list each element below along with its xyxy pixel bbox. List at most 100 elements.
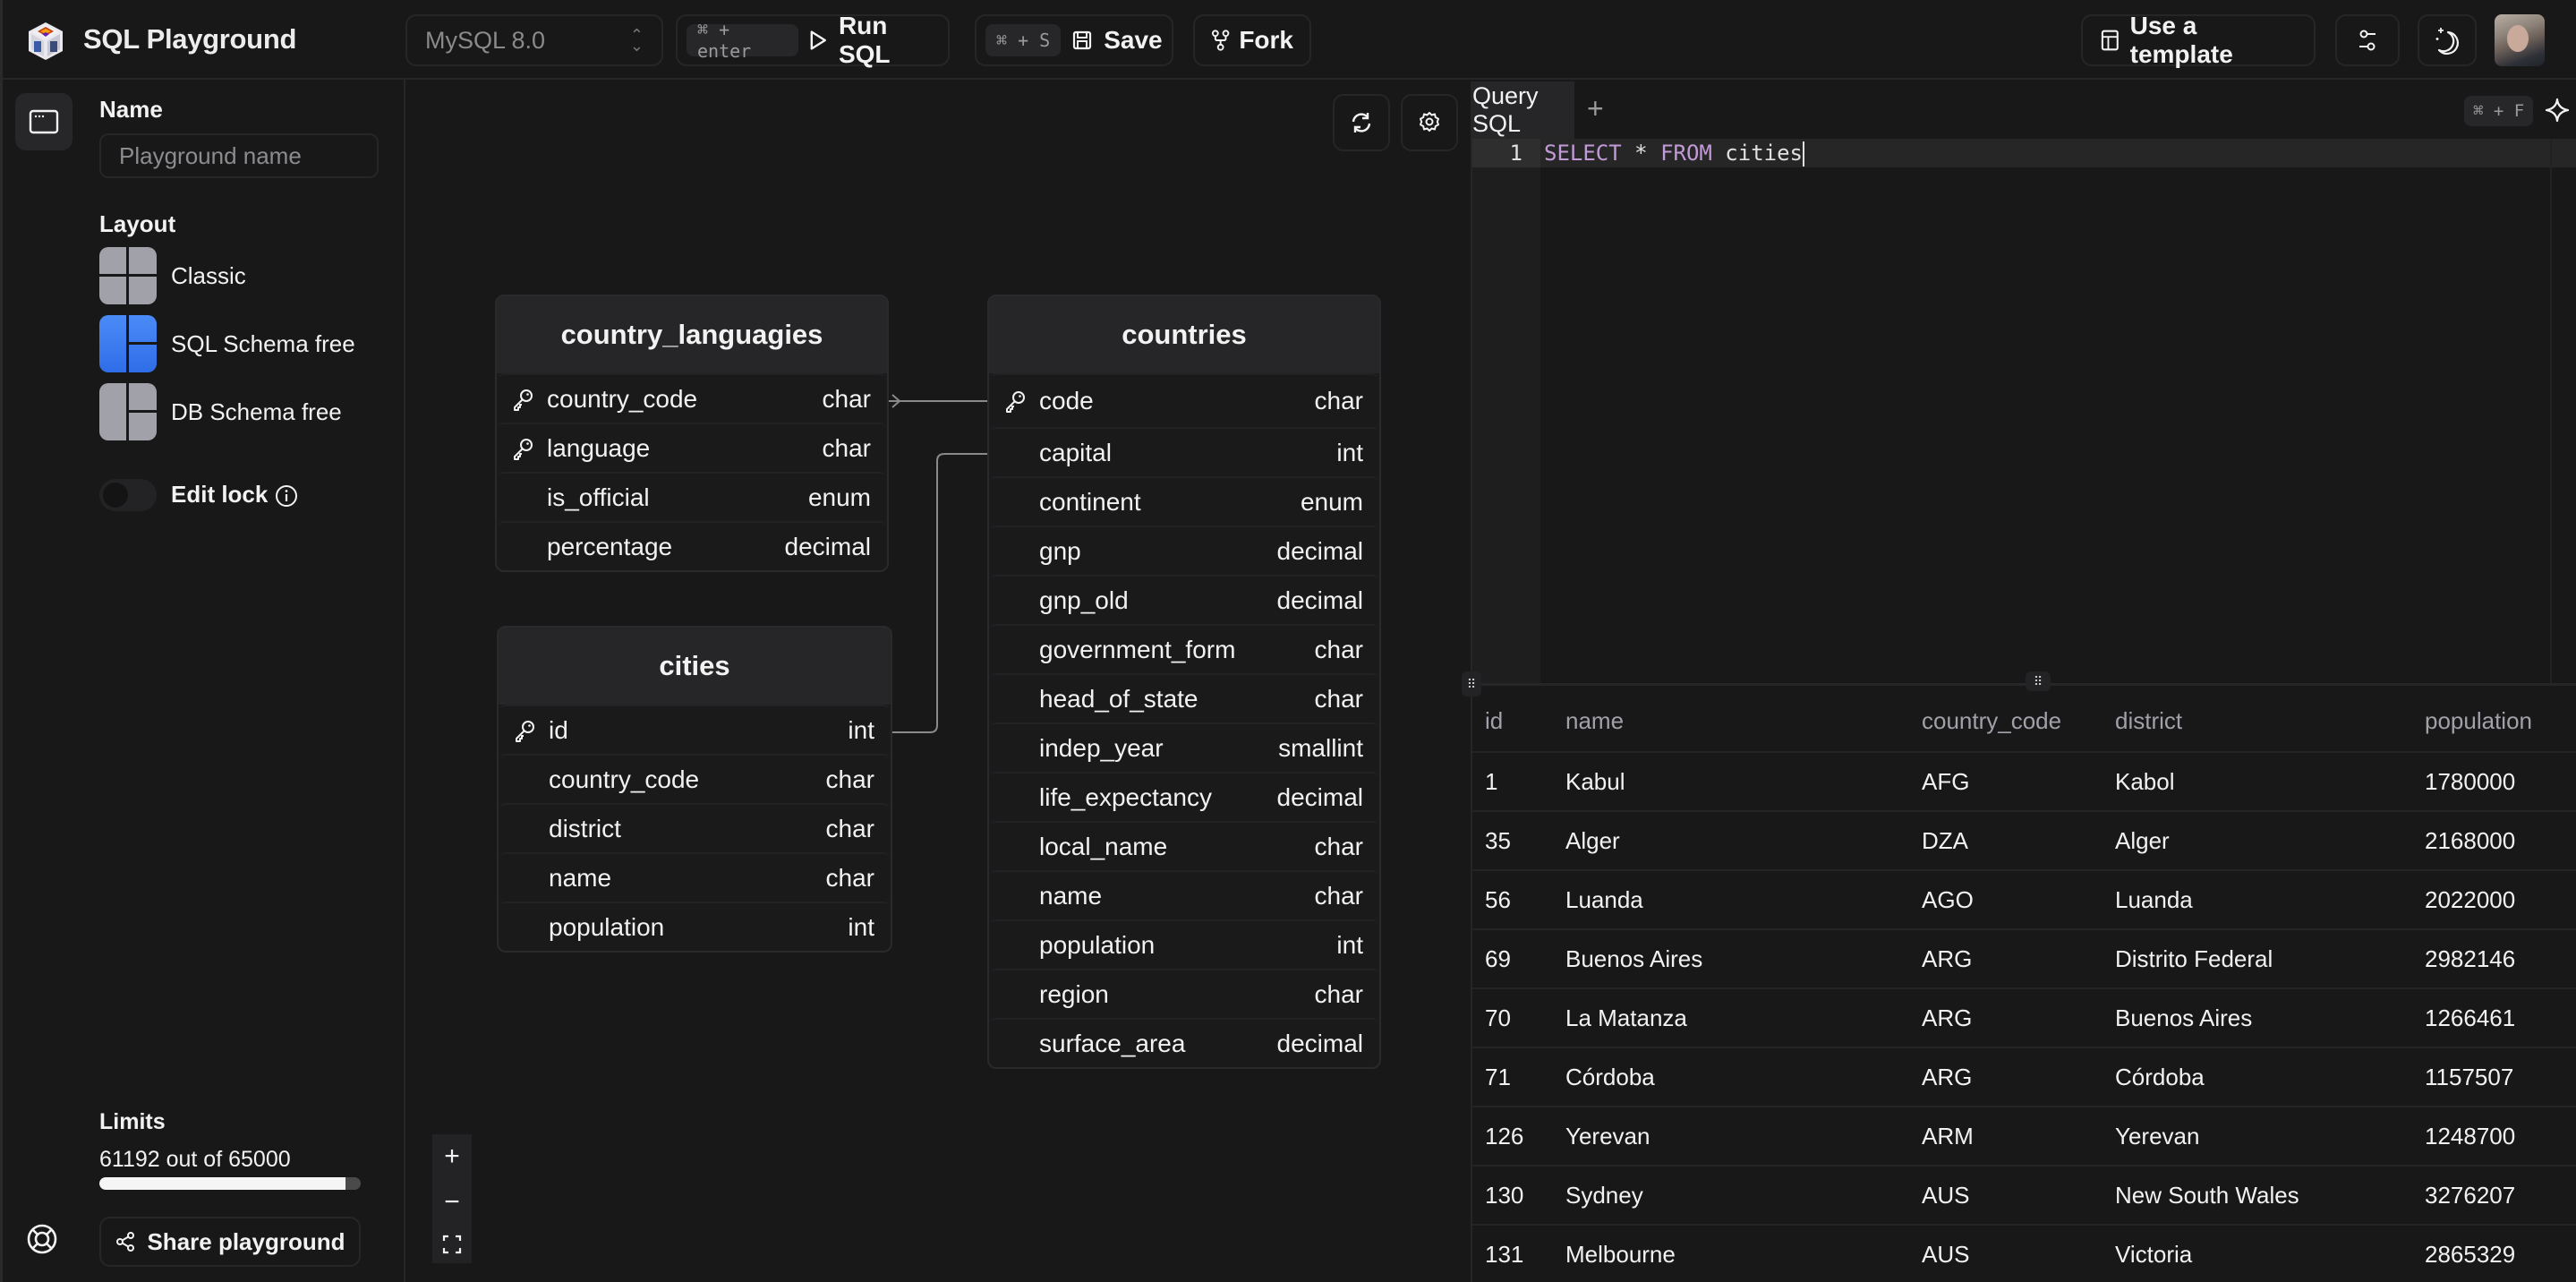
column-name: surface_area xyxy=(1039,1029,1186,1057)
playground-name-input[interactable] xyxy=(99,133,379,178)
sliders-icon xyxy=(2359,30,2376,51)
database-select[interactable]: MySQL 8.0 ⌃ ⌄ xyxy=(405,14,663,66)
schema-diagram-canvas[interactable]: country_languagies country_code char langua… xyxy=(407,81,1471,1282)
horizontal-resize-handle[interactable]: ⠿ xyxy=(2026,671,2051,691)
column-name: is_official xyxy=(547,483,650,511)
table-column[interactable]: code char xyxy=(991,373,1378,427)
refresh-diagram-button[interactable] xyxy=(1333,94,1390,151)
life-buoy-icon[interactable] xyxy=(26,1223,58,1255)
moon-stars-icon xyxy=(2435,28,2459,56)
results-table: id name country_code district population… xyxy=(1472,691,2576,1282)
table-column[interactable]: region char xyxy=(991,969,1378,1018)
table-column[interactable]: population int xyxy=(500,902,889,951)
result-cell-id: 69 xyxy=(1472,929,1565,989)
sparkle-icon[interactable] xyxy=(2545,98,2570,123)
left-rail xyxy=(3,80,76,1282)
zoom-out-button[interactable]: − xyxy=(444,1188,460,1216)
layout-db-schema-free-icon xyxy=(99,383,157,440)
diagram-settings-button[interactable] xyxy=(1401,94,1458,151)
editor-scrollbar[interactable] xyxy=(2550,139,2552,683)
table-column[interactable]: gnp_old decimal xyxy=(991,575,1378,624)
schema-table-countries[interactable]: countries code char capital int continent enum… xyxy=(987,295,1381,1069)
result-cell-name: Buenos Aires xyxy=(1565,929,1922,989)
table-column[interactable]: id int xyxy=(500,705,889,754)
table-column[interactable]: language char xyxy=(499,423,885,472)
layout-option-db-schema-free[interactable]: DB Schema free xyxy=(99,383,342,440)
table-column[interactable]: head_of_state char xyxy=(991,673,1378,722)
table-column[interactable]: capital int xyxy=(991,427,1378,476)
table-column[interactable]: is_official enum xyxy=(499,472,885,521)
layout-option-classic[interactable]: Classic xyxy=(99,247,246,304)
result-cell-country-code: ARG xyxy=(1922,988,2115,1048)
table-column[interactable]: indep_year smallint xyxy=(991,722,1378,772)
table-column[interactable]: government_form char xyxy=(991,624,1378,673)
column-name: government_form xyxy=(1039,635,1236,663)
result-row[interactable]: 70 La Matanza ARG Buenos Aires 1266461 xyxy=(1472,988,2576,1048)
table-column[interactable]: gnp decimal xyxy=(991,526,1378,575)
line-gutter xyxy=(1472,139,1540,683)
table-column[interactable]: continent enum xyxy=(991,476,1378,526)
column-header-country-code[interactable]: country_code xyxy=(1922,691,2115,753)
fullscreen-icon[interactable] xyxy=(442,1235,462,1254)
table-column[interactable]: local_name char xyxy=(991,821,1378,870)
save-button[interactable]: ⌘ + S Save xyxy=(975,14,1173,66)
result-row[interactable]: 71 Córdoba ARG Córdoba 1157507 xyxy=(1472,1047,2576,1107)
table-column[interactable]: country_code char xyxy=(499,373,885,423)
table-column[interactable]: population int xyxy=(991,919,1378,969)
result-row[interactable]: 56 Luanda AGO Luanda 2022000 xyxy=(1472,870,2576,930)
filters-button[interactable] xyxy=(2335,14,2400,66)
column-type: int xyxy=(1336,930,1363,959)
column-header-id[interactable]: id xyxy=(1472,691,1565,753)
table-column[interactable]: name char xyxy=(500,852,889,902)
layout-option-label: SQL Schema free xyxy=(171,329,355,357)
theme-toggle-button[interactable] xyxy=(2418,14,2477,66)
column-type: char xyxy=(825,814,874,842)
column-header-name[interactable]: name xyxy=(1565,691,1922,753)
sql-editor[interactable]: 1 SELECT * FROM cities xyxy=(1472,139,2576,683)
column-name: local_name xyxy=(1039,832,1168,860)
result-row[interactable]: 130 Sydney AUS New South Wales 3276207 xyxy=(1472,1166,2576,1226)
edit-lock-toggle[interactable] xyxy=(99,479,157,511)
result-row[interactable]: 126 Yerevan ARM Yerevan 1248700 xyxy=(1472,1107,2576,1167)
table-column[interactable]: district char xyxy=(500,803,889,852)
zoom-in-button[interactable]: + xyxy=(444,1143,460,1170)
column-name: language xyxy=(547,433,651,462)
layout-option-sql-schema-free[interactable]: SQL Schema free xyxy=(99,315,355,372)
table-column[interactable]: country_code char xyxy=(500,754,889,803)
share-playground-button[interactable]: Share playground xyxy=(99,1217,361,1267)
result-cell-country-code: AGO xyxy=(1922,870,2115,930)
column-header-district[interactable]: district xyxy=(2115,691,2425,753)
relation-edge-country-languagies-countries xyxy=(889,394,987,408)
table-column[interactable]: life_expectancy decimal xyxy=(991,772,1378,821)
settings-sidebar: Name Layout Classic SQL Schema free DB S… xyxy=(76,80,405,1282)
use-template-button[interactable]: Use a template xyxy=(2081,12,2316,68)
schema-table-cities[interactable]: cities id int country_code char district char n… xyxy=(497,626,892,953)
query-panel: Query SQL + ⌘ + F 1 SELECT * FROM cities… xyxy=(1462,81,2576,1282)
result-row[interactable]: 1 Kabul AFG Kabol 1780000 xyxy=(1472,752,2576,812)
table-column[interactable]: percentage decimal xyxy=(499,521,885,570)
column-name: name xyxy=(549,863,612,892)
table-column[interactable]: name char xyxy=(991,870,1378,919)
result-row[interactable]: 69 Buenos Aires ARG Distrito Federal 2982146 xyxy=(1472,929,2576,989)
result-cell-id: 56 xyxy=(1472,870,1565,930)
column-header-population[interactable]: population xyxy=(2425,691,2576,753)
result-cell-district: Kabol xyxy=(2115,752,2425,812)
user-avatar[interactable] xyxy=(2495,14,2545,66)
result-row[interactable]: 131 Melbourne AUS Victoria 2865329 xyxy=(1472,1225,2576,1282)
result-cell-population: 1157507 xyxy=(2425,1047,2576,1107)
info-icon[interactable] xyxy=(275,484,298,508)
fork-button[interactable]: Fork xyxy=(1193,14,1311,66)
name-label: Name xyxy=(99,96,163,123)
result-row[interactable]: 35 Alger DZA Alger 2168000 xyxy=(1472,811,2576,871)
column-name: gnp xyxy=(1039,536,1081,565)
table-column[interactable]: surface_area decimal xyxy=(991,1018,1378,1067)
result-cell-id: 130 xyxy=(1472,1166,1565,1226)
app-window: SQL Playground MySQL 8.0 ⌃ ⌄ ⌘ + enter Ru… xyxy=(0,0,2576,1282)
column-name: population xyxy=(549,912,665,941)
sidebar-toggle-button[interactable] xyxy=(15,93,73,150)
add-tab-button[interactable]: + xyxy=(1587,92,1604,125)
result-cell-name: Melbourne xyxy=(1565,1225,1922,1282)
run-sql-button[interactable]: ⌘ + enter Run SQL xyxy=(676,12,950,68)
tab-query-sql[interactable]: Query SQL xyxy=(1472,81,1574,139)
schema-table-country-languagies[interactable]: country_languagies country_code char langua… xyxy=(495,295,889,572)
